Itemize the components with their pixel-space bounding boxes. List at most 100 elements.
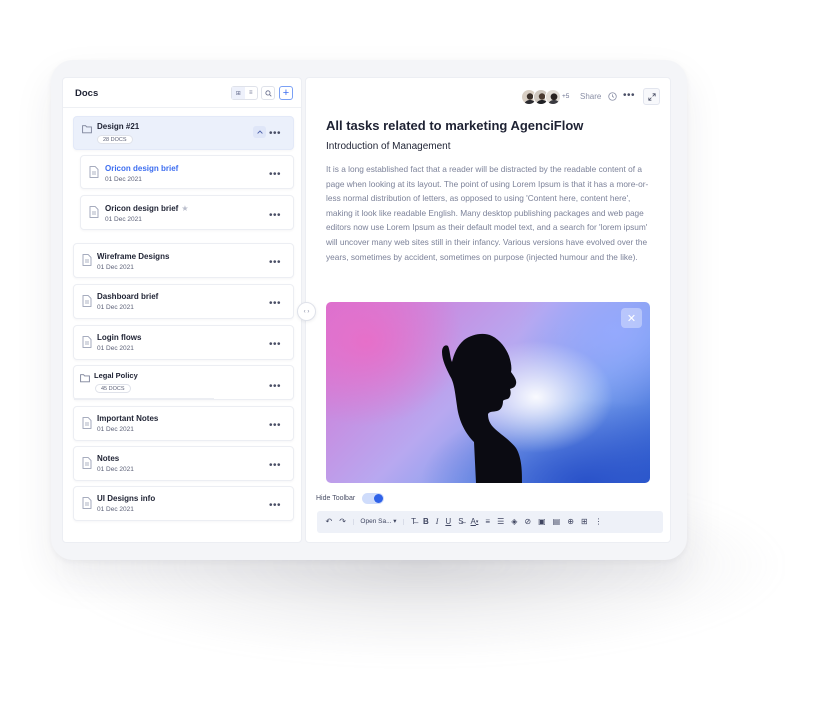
search-button[interactable] <box>261 86 275 100</box>
collaborator-avatars[interactable] <box>521 89 561 105</box>
highlight-icon[interactable]: ◈ <box>511 518 517 526</box>
align-icon[interactable]: ≡ <box>485 518 490 526</box>
image-icon[interactable]: ▣ <box>538 518 546 526</box>
chevrons-left-right-icon: ‹ › <box>303 308 310 315</box>
more-icon[interactable]: ••• <box>269 461 281 471</box>
doc-item[interactable]: Login flows 01 Dec 2021 ••• <box>73 325 294 360</box>
undo-icon[interactable]: ↶ <box>326 518 333 526</box>
link-icon[interactable]: ⊘ <box>524 518 531 526</box>
grid-view-icon[interactable]: ⊞ <box>232 87 245 99</box>
drag-indicator <box>74 398 214 400</box>
numbered-list-icon[interactable]: ☰ <box>497 518 504 526</box>
doc-item[interactable]: Dashboard brief 01 Dec 2021 ••• <box>73 284 294 319</box>
formatting-toolbar: ↶ ↷ Open Sa... ▾ T̶ B I U S̶ A ▾ ≡ ☰ ◈ ⊘ … <box>317 511 663 533</box>
document-body[interactable]: It is a long established fact that a rea… <box>326 162 654 264</box>
folder-title: Design #21 <box>97 122 140 131</box>
grid-icon[interactable]: ⊞ <box>581 518 588 526</box>
woman-silhouette <box>442 333 522 483</box>
more-icon[interactable]: ••• <box>269 170 281 180</box>
doc-item[interactable]: Wireframe Designs 01 Dec 2021 ••• <box>73 243 294 278</box>
document-icon <box>82 417 92 429</box>
more-icon[interactable]: ••• <box>269 258 281 268</box>
doc-date: 01 Dec 2021 <box>97 506 134 513</box>
docs-sidebar: Docs ⊞ ≡ + Design #21 28 DOCS ••• Oricon… <box>62 77 302 543</box>
doc-title: Login flows <box>97 333 142 342</box>
avatar[interactable] <box>545 89 561 105</box>
bold-button[interactable]: B <box>423 518 429 526</box>
doc-title: Important Notes <box>97 414 159 423</box>
doc-title: Wireframe Designs <box>97 252 170 261</box>
doc-item[interactable]: Notes 01 Dec 2021 ••• <box>73 446 294 481</box>
folder-icon <box>82 125 92 134</box>
doc-title: Oricon design brief <box>105 164 179 173</box>
clear-format-icon[interactable]: T̶ <box>411 518 416 526</box>
share-button[interactable]: Share <box>580 92 601 101</box>
expand-icon <box>647 92 656 101</box>
more-options-button[interactable]: ••• <box>623 90 635 101</box>
folder-item[interactable]: Design #21 28 DOCS ••• <box>73 116 294 150</box>
doc-item[interactable]: Important Notes 01 Dec 2021 ••• <box>73 406 294 441</box>
doc-title: Oricon design brief <box>105 204 179 213</box>
add-doc-button[interactable]: + <box>279 86 293 100</box>
chevron-up-icon <box>256 130 263 134</box>
strikethrough-icon[interactable]: S̶ <box>458 518 463 526</box>
doc-date: 01 Dec 2021 <box>105 216 142 223</box>
folder-icon <box>80 374 90 383</box>
more-icon[interactable]: ••• <box>269 382 281 392</box>
underline-button[interactable]: U <box>445 518 451 526</box>
embedded-image[interactable]: ✕ <box>326 302 650 483</box>
document-icon <box>82 336 92 348</box>
more-vertical-icon[interactable]: ⋮ <box>595 518 603 526</box>
list-view-icon[interactable]: ≡ <box>245 87 258 99</box>
doc-date: 01 Dec 2021 <box>97 304 134 311</box>
more-icon[interactable]: ••• <box>269 299 281 309</box>
document-icon <box>82 497 92 509</box>
doc-date: 01 Dec 2021 <box>97 426 134 433</box>
document-icon <box>89 166 99 178</box>
more-icon[interactable]: ••• <box>269 129 281 139</box>
document-icon <box>82 295 92 307</box>
document-icon <box>82 254 92 266</box>
document-title[interactable]: All tasks related to marketing AgenciFlo… <box>326 118 583 133</box>
doc-title: Notes <box>97 454 120 463</box>
fullscreen-button[interactable] <box>643 88 660 105</box>
hide-toolbar-toggle[interactable] <box>362 493 384 504</box>
document-subtitle[interactable]: Introduction of Management <box>326 141 451 152</box>
view-toggle[interactable]: ⊞ ≡ <box>231 86 258 100</box>
document-icon <box>89 206 99 218</box>
font-family-select[interactable]: Open Sa... ▾ <box>353 518 404 526</box>
doc-date: 01 Dec 2021 <box>105 176 142 183</box>
collapse-button[interactable] <box>253 126 266 138</box>
extra-collaborators-count[interactable]: +5 <box>562 93 569 100</box>
doc-count-badge: 28 DOCS <box>97 135 133 144</box>
editor-panel: +5 Share ••• All tasks related to market… <box>305 77 671 543</box>
document-icon <box>82 457 92 469</box>
history-icon[interactable] <box>608 92 617 101</box>
more-icon[interactable]: ••• <box>269 211 281 221</box>
redo-icon[interactable]: ↷ <box>339 518 346 526</box>
doc-item[interactable]: Oricon design brief 01 Dec 2021 ••• <box>80 155 294 189</box>
italic-button[interactable]: I <box>436 518 439 526</box>
folder-item[interactable]: Legal Policy 45 DOCS ••• <box>73 365 294 400</box>
close-image-button[interactable]: ✕ <box>621 308 642 328</box>
video-icon[interactable]: ▤ <box>553 518 561 526</box>
more-icon[interactable]: ••• <box>269 421 281 431</box>
panel-resize-handle[interactable]: ‹ › <box>297 302 316 321</box>
folder-title: Legal Policy <box>94 371 138 380</box>
globe-icon[interactable]: ⊕ <box>567 518 574 526</box>
toggle-knob <box>374 494 383 503</box>
close-icon: ✕ <box>626 312 637 325</box>
doc-item[interactable]: Oricon design brief ★ 01 Dec 2021 ••• <box>80 195 294 230</box>
doc-item[interactable]: UI Designs info 01 Dec 2021 ••• <box>73 486 294 521</box>
more-icon[interactable]: ••• <box>269 340 281 350</box>
star-icon[interactable]: ★ <box>181 204 188 213</box>
plus-icon: + <box>282 86 290 99</box>
search-icon <box>264 89 272 97</box>
sidebar-title: Docs <box>75 88 99 99</box>
doc-date: 01 Dec 2021 <box>97 264 134 271</box>
chevron-down-icon: ▾ <box>475 518 479 525</box>
doc-title: Dashboard brief <box>97 292 159 301</box>
more-icon[interactable]: ••• <box>269 501 281 511</box>
text-color-button[interactable]: A ▾ <box>471 518 479 526</box>
sidebar-header: Docs ⊞ ≡ + <box>63 78 301 108</box>
